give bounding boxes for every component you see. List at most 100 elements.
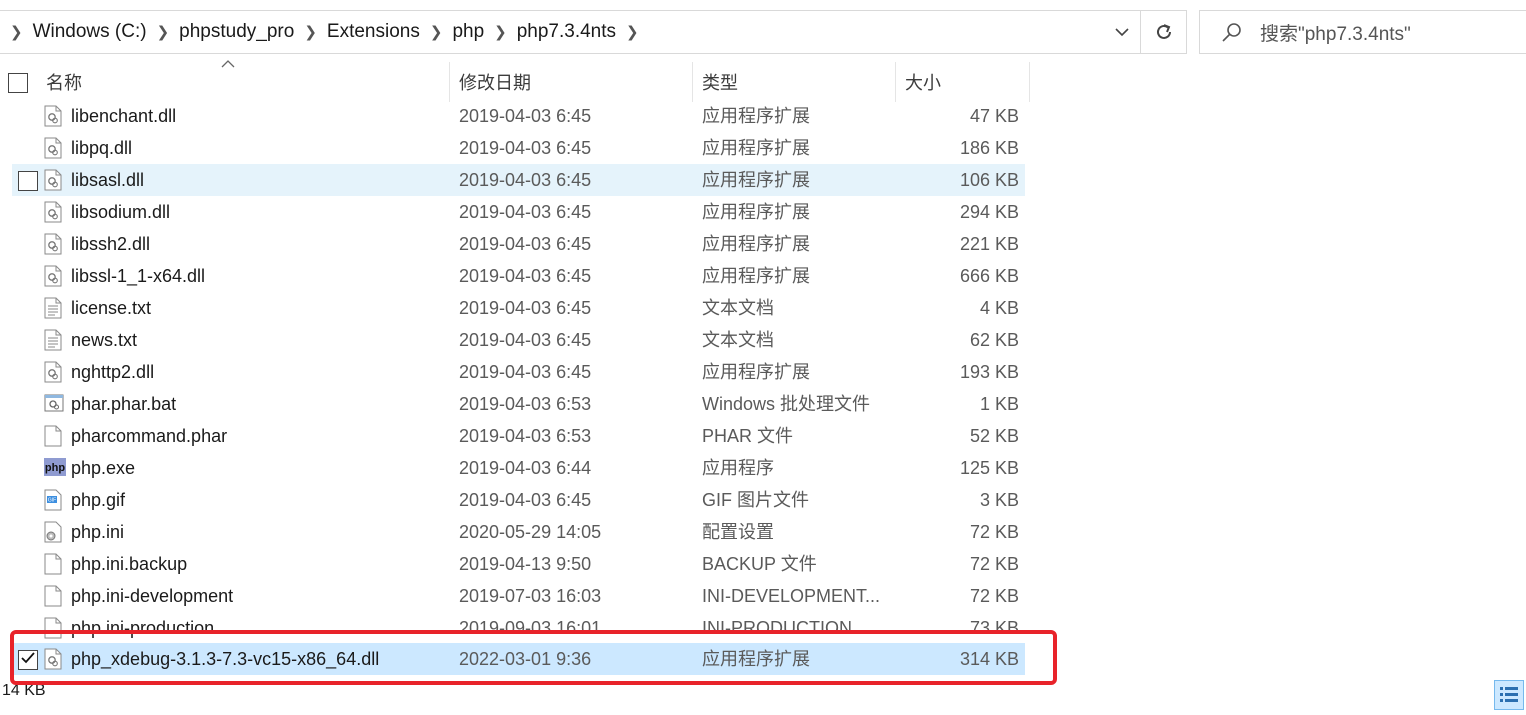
file-row[interactable]: php.ini 2020-05-29 14:05 配置设置 72 KB bbox=[12, 516, 1025, 548]
file-date: 2019-04-03 6:44 bbox=[459, 458, 592, 478]
file-size: 1 KB bbox=[979, 394, 1019, 414]
file-date: 2020-05-29 14:05 bbox=[459, 522, 602, 542]
status-selected-size: 14 KB bbox=[2, 682, 46, 699]
file-row[interactable]: php_xdebug-3.1.3-7.3-vc15-x86_64.dll 2022… bbox=[12, 643, 1025, 675]
file-row[interactable]: libssh2.dll 2019-04-03 6:45 应用程序扩展 221 KB bbox=[12, 228, 1025, 260]
file-size: 52 KB bbox=[969, 426, 1019, 446]
column-divider[interactable] bbox=[895, 62, 896, 102]
breadcrumb-phpstudy-pro[interactable]: phpstudy_pro bbox=[179, 21, 294, 43]
file-size: 62 KB bbox=[969, 330, 1019, 350]
gif-image-icon: GIF bbox=[44, 489, 62, 511]
details-view-button[interactable] bbox=[1494, 680, 1524, 710]
file-row[interactable]: license.txt 2019-04-03 6:45 文本文档 4 KB bbox=[12, 292, 1025, 324]
file-name: nghttp2.dll bbox=[71, 362, 155, 382]
file-row[interactable]: libsodium.dll 2019-04-03 6:45 应用程序扩展 294 KB bbox=[12, 196, 1025, 228]
file-name: libsasl.dll bbox=[71, 170, 145, 190]
chevron-right-icon[interactable]: ❯ bbox=[0, 23, 33, 41]
file-date: 2019-04-03 6:45 bbox=[459, 170, 592, 190]
dll-file-icon bbox=[44, 361, 62, 383]
file-row[interactable]: php php.exe 2019-04-03 6:44 应用程序 125 KB bbox=[12, 452, 1025, 484]
file-date: 2019-04-03 6:45 bbox=[459, 106, 592, 126]
breadcrumb-extensions[interactable]: Extensions bbox=[327, 21, 420, 43]
file-size: 125 KB bbox=[959, 458, 1019, 478]
breadcrumb-php734nts[interactable]: php7.3.4nts bbox=[517, 21, 616, 43]
file-row[interactable]: phar.phar.bat 2019-04-03 6:53 Windows 批处理文… bbox=[12, 388, 1025, 420]
file-name: php_xdebug-3.1.3-7.3-vc15-x86_64.dll bbox=[71, 649, 380, 669]
search-input[interactable]: 搜索"php7.3.4nts" bbox=[1199, 10, 1526, 54]
file-name: libsodium.dll bbox=[71, 202, 171, 222]
row-checkbox[interactable] bbox=[18, 650, 38, 670]
file-name: php.exe bbox=[71, 458, 136, 478]
file-row[interactable]: libsasl.dll 2019-04-03 6:45 应用程序扩展 106 KB bbox=[12, 164, 1025, 196]
refresh-button[interactable] bbox=[1141, 10, 1187, 54]
file-row[interactable]: php.ini-production 2019-09-03 16:01 INI-PR… bbox=[12, 612, 1025, 644]
file-size: 72 KB bbox=[969, 554, 1019, 574]
details-view-icon bbox=[1500, 687, 1518, 702]
file-date: 2019-04-03 6:53 bbox=[459, 426, 592, 446]
column-divider[interactable] bbox=[692, 62, 693, 102]
file-row[interactable]: pharcommand.phar 2019-04-03 6:53 PHAR 文件 52… bbox=[12, 420, 1025, 452]
file-date: 2019-04-03 6:45 bbox=[459, 490, 592, 510]
text-file-icon bbox=[44, 297, 62, 319]
chevron-down-icon[interactable] bbox=[1104, 11, 1140, 53]
column-header-name[interactable]: 名称 bbox=[46, 62, 82, 102]
file-type: 文本文档 bbox=[702, 330, 774, 350]
address-bar[interactable]: ❯ Windows (C:) ❯ phpstudy_pro ❯ Extensio… bbox=[0, 10, 1141, 54]
file-size: 72 KB bbox=[969, 522, 1019, 542]
file-date: 2019-04-03 6:45 bbox=[459, 330, 592, 350]
file-name: php.ini-production bbox=[71, 618, 215, 638]
breadcrumb-windows-c[interactable]: Windows (C:) bbox=[33, 21, 147, 43]
file-size: 193 KB bbox=[959, 362, 1019, 382]
file-row[interactable]: news.txt 2019-04-03 6:45 文本文档 62 KB bbox=[12, 324, 1025, 356]
row-checkbox[interactable] bbox=[18, 171, 38, 191]
chevron-right-icon[interactable]: ❯ bbox=[420, 23, 453, 41]
file-type: 应用程序扩展 bbox=[702, 234, 810, 254]
file-row[interactable]: libenchant.dll 2019-04-03 6:45 应用程序扩展 47 KB bbox=[12, 100, 1025, 132]
file-type: 配置设置 bbox=[702, 522, 774, 542]
chevron-right-icon[interactable]: ❯ bbox=[147, 23, 180, 41]
dll-file-icon bbox=[44, 201, 62, 223]
column-header-size[interactable]: 大小 bbox=[905, 62, 941, 102]
file-row[interactable]: libssl-1_1-x64.dll 2019-04-03 6:45 应用程序扩展 6… bbox=[12, 260, 1025, 292]
file-size: 47 KB bbox=[969, 106, 1019, 126]
file-size: 4 KB bbox=[979, 298, 1019, 318]
column-header-date[interactable]: 修改日期 bbox=[459, 62, 531, 102]
sort-ascending-icon bbox=[221, 56, 235, 71]
file-size: 221 KB bbox=[959, 234, 1019, 254]
column-header-type[interactable]: 类型 bbox=[702, 62, 738, 102]
file-date: 2019-04-03 6:45 bbox=[459, 266, 592, 286]
column-divider[interactable] bbox=[1029, 62, 1030, 102]
select-all-checkbox[interactable] bbox=[8, 73, 28, 93]
file-row[interactable]: libpq.dll 2019-04-03 6:45 应用程序扩展 186 KB bbox=[12, 132, 1025, 164]
chevron-right-icon[interactable]: ❯ bbox=[294, 23, 327, 41]
file-name: libssl-1_1-x64.dll bbox=[71, 266, 206, 286]
svg-text:GIF: GIF bbox=[48, 498, 56, 504]
svg-text:php: php bbox=[45, 462, 65, 474]
config-file-icon bbox=[44, 521, 62, 543]
file-name: php.ini bbox=[71, 522, 125, 542]
file-row[interactable]: php.ini.backup 2019-04-13 9:50 BACKUP 文件 72… bbox=[12, 548, 1025, 580]
file-name: pharcommand.phar bbox=[71, 426, 228, 446]
file-row[interactable]: php.ini-development 2019-07-03 16:03 INI-D… bbox=[12, 580, 1025, 612]
file-size: 186 KB bbox=[959, 138, 1019, 158]
file-type: INI-PRODUCTION... bbox=[702, 618, 867, 638]
dll-file-icon bbox=[44, 648, 62, 670]
breadcrumb-php[interactable]: php bbox=[452, 21, 484, 43]
file-name: php.ini-development bbox=[71, 586, 234, 606]
file-row[interactable]: nghttp2.dll 2019-04-03 6:45 应用程序扩展 193 KB bbox=[12, 356, 1025, 388]
column-divider[interactable] bbox=[449, 62, 450, 102]
dll-file-icon bbox=[44, 233, 62, 255]
file-date: 2022-03-01 9:36 bbox=[459, 649, 592, 669]
file-size: 73 KB bbox=[969, 618, 1019, 638]
file-type: 文本文档 bbox=[702, 298, 774, 318]
file-size: 666 KB bbox=[959, 266, 1019, 286]
file-type: 应用程序扩展 bbox=[702, 266, 810, 286]
file-size: 106 KB bbox=[959, 170, 1019, 190]
file-row[interactable]: GIF php.gif 2019-04-03 6:45 GIF 图片文件 3 KB bbox=[12, 484, 1025, 516]
chevron-right-icon[interactable]: ❯ bbox=[484, 23, 517, 41]
file-type: 应用程序 bbox=[702, 458, 774, 478]
dll-file-icon bbox=[44, 169, 62, 191]
blank-file-icon bbox=[44, 585, 62, 607]
file-date: 2019-09-03 16:01 bbox=[459, 618, 602, 638]
chevron-right-icon[interactable]: ❯ bbox=[616, 23, 649, 41]
